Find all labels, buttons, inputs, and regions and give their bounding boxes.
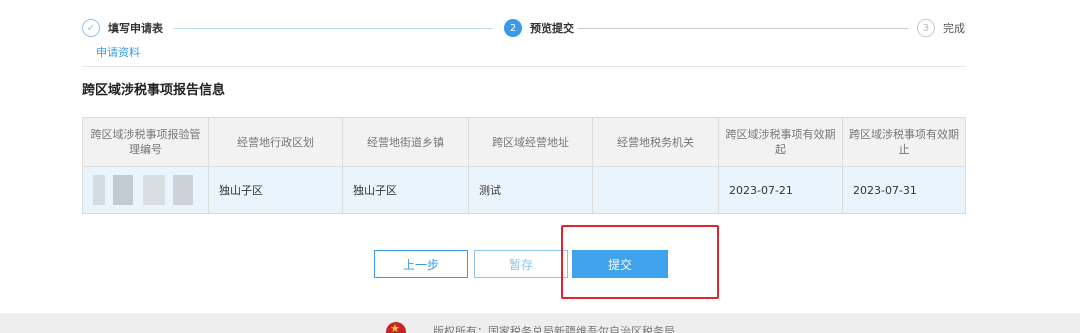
section-title: 跨区域涉税事项报告信息 [82,83,226,98]
step-fill-form: ✓ 填写申请表 [82,14,163,42]
redacted-registration-number [82,166,209,214]
tab-application-materials[interactable]: 申请资料 [96,44,140,60]
table-cell: 独山子区 [342,166,469,214]
step-connector [578,28,908,29]
table-cell: 独山子区 [208,166,343,214]
table-cell: 2023-07-31 [842,166,966,214]
step-complete: 3 完成 [917,14,965,42]
progress-steps: ✓ 填写申请表 2 预览提交 3 完成 [82,14,966,44]
table-cell: 2023-07-21 [718,166,843,214]
column-header: 经营地行政区划 [208,117,343,167]
report-info-table: 跨区域涉税事项报验管理编号 经营地行政区划 经营地街道乡镇 跨区域经营地址 经营… [82,117,966,214]
column-header: 经营地街道乡镇 [342,117,469,167]
column-header: 跨区域涉税事项报验管理编号 [82,117,209,167]
step-preview-submit: 2 预览提交 [504,14,574,42]
column-header: 跨区域经营地址 [468,117,593,167]
save-draft-button[interactable]: 暂存 [474,250,568,278]
table-row: 独山子区 独山子区 测试 2023-07-21 2023-07-31 [82,166,966,214]
column-header: 跨区域涉税事项有效期起 [718,117,843,167]
emblem-icon [386,322,406,333]
previous-step-button[interactable]: 上一步 [374,250,468,278]
column-header: 经营地税务机关 [592,117,719,167]
table-cell [592,166,719,214]
check-icon: ✓ [82,19,100,37]
table-header-row: 跨区域涉税事项报验管理编号 经营地行政区划 经营地街道乡镇 跨区域经营地址 经营… [82,117,966,167]
step-label: 填写申请表 [108,22,163,35]
step-number: 2 [504,19,522,37]
column-header: 跨区域涉税事项有效期止 [842,117,966,167]
footer: 版权所有：国家税务总局新疆维吾尔自治区税务局 [0,313,1080,333]
step-number: 3 [917,19,935,37]
step-label: 完成 [943,22,965,35]
table-cell: 测试 [468,166,593,214]
step-label: 预览提交 [530,22,574,35]
redaction-blur [93,175,193,205]
step-connector [174,28,492,29]
subtab-bar: 申请资料 [82,44,966,67]
footer-copyright: 版权所有：国家税务总局新疆维吾尔自治区税务局 [433,325,675,333]
highlight-annotation [561,225,719,299]
